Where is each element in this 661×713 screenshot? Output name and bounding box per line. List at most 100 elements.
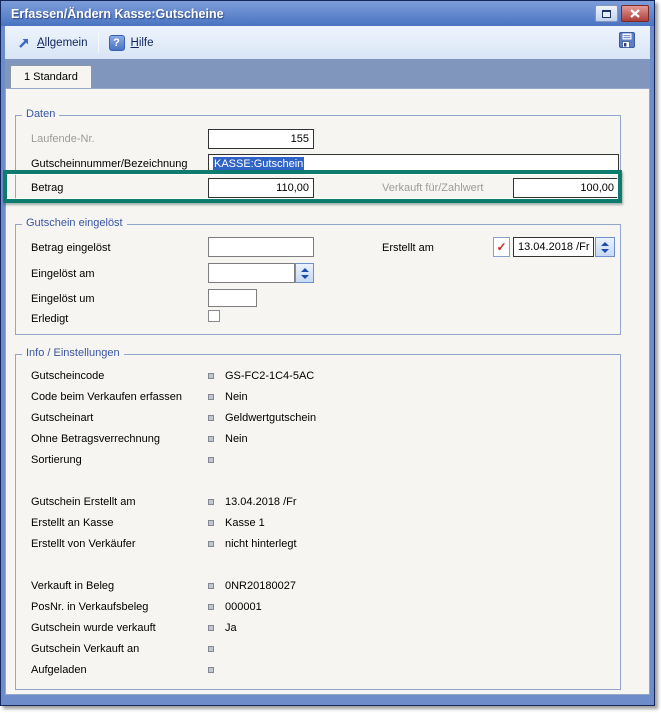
row-bullet-icon [208, 457, 214, 463]
row-bullet-icon [208, 436, 214, 442]
restore-button[interactable] [595, 5, 618, 22]
info-row-label: Aufgeladen [31, 664, 87, 676]
window-body: Allgemein ? Hilfe [5, 26, 650, 695]
erledigt-label: Erledigt [31, 312, 68, 326]
window-title: Erfassen/Ändern Kasse:Gutscheine [11, 7, 592, 21]
betrag-field[interactable]: 110,00 [208, 178, 314, 198]
eingeloest-am-field[interactable] [208, 263, 295, 283]
toolbar: Allgemein ? Hilfe [5, 26, 650, 59]
info-row: Gutschein Erstellt am 13.04.2018 /Fr [31, 496, 641, 510]
verkauft-fuer-value: 100,00 [580, 182, 614, 194]
erstellt-am-check-button[interactable]: ✓ [493, 237, 510, 257]
spinner-up-icon [601, 242, 609, 246]
erstellt-am-date-field[interactable]: 13.04.2018 /Fr [513, 237, 594, 257]
info-row-value: Geldwertgutschein [225, 412, 316, 424]
info-row-value: Ja [225, 622, 237, 634]
laufende-nr-field[interactable]: 155 [208, 129, 314, 149]
info-row-value: Nein [225, 433, 248, 445]
info-row-label: Verkauft in Beleg [31, 580, 114, 592]
erstellt-am-value: 13.04.2018 /Fr [518, 241, 590, 253]
info-row-label: Gutscheinart [31, 412, 93, 424]
allgemein-label: Allgemein [37, 37, 88, 49]
group-eingeloest-title: Gutschein eingelöst [22, 217, 127, 229]
info-row: Sortierung [31, 454, 641, 468]
arrow-up-right-icon [17, 36, 31, 50]
save-button[interactable] [618, 31, 636, 54]
group-info-title: Info / Einstellungen [22, 347, 124, 359]
verkauft-fuer-label: Verkauft für/Zahlwert [382, 181, 484, 195]
info-row: Erstellt an Kasse Kasse 1 [31, 517, 641, 531]
laufende-nr-value: 155 [291, 133, 309, 145]
hilfe-menu-button[interactable]: ? Hilfe [109, 35, 154, 51]
row-bullet-icon [208, 604, 214, 610]
hilfe-label: Hilfe [131, 37, 154, 49]
info-row-value: Nein [225, 391, 248, 403]
info-row-value: 13.04.2018 /Fr [225, 496, 297, 508]
info-row-label: PosNr. in Verkaufsbeleg [31, 601, 148, 613]
laufende-nr-label: Laufende-Nr. [31, 132, 95, 146]
row-bullet-icon [208, 373, 214, 379]
eingeloest-um-label: Eingelöst um [31, 292, 95, 306]
row-bullet-icon [208, 394, 214, 400]
info-row: Gutschein wurde verkauft Ja [31, 622, 641, 636]
info-row-label: Gutschein Erstellt am [31, 496, 136, 508]
titlebar[interactable]: Erfassen/Ändern Kasse:Gutscheine [1, 1, 654, 26]
erstellt-am-spinner[interactable] [595, 237, 615, 257]
gutscheinnummer-field[interactable]: KASSE:Gutschein [208, 154, 619, 174]
group-daten-title: Daten [22, 108, 59, 120]
row-bullet-icon [208, 541, 214, 547]
info-row-value: nicht hinterlegt [225, 538, 297, 550]
tab-standard[interactable]: 1 Standard [10, 65, 92, 88]
info-row: Gutscheincode GS-FC2-1C4-5AC [31, 370, 641, 384]
betrag-label: Betrag [31, 181, 63, 195]
info-row-label: Sortierung [31, 454, 82, 466]
erstellt-am-label: Erstellt am [382, 241, 434, 255]
spinner-up-icon [301, 268, 309, 272]
info-row: Verkauft in Beleg 0NR20180027 [31, 580, 641, 594]
betrag-eingeloest-field[interactable] [208, 237, 314, 257]
row-bullet-icon [208, 625, 214, 631]
info-row-label: Gutschein Verkauft an [31, 643, 139, 655]
close-icon [630, 9, 640, 18]
tab-strip: 1 Standard [5, 59, 650, 88]
row-bullet-icon [208, 646, 214, 652]
spinner-down-icon [301, 275, 309, 279]
info-row: Code beim Verkaufen erfassen Nein [31, 391, 641, 405]
red-check-icon: ✓ [496, 240, 506, 254]
info-row: PosNr. in Verkaufsbeleg 000001 [31, 601, 641, 615]
info-row: Gutschein Verkauft an [31, 643, 641, 657]
info-row-value: Kasse 1 [225, 517, 265, 529]
info-row-value: GS-FC2-1C4-5AC [225, 370, 314, 382]
betrag-value: 110,00 [276, 182, 309, 194]
info-row-label: Gutscheincode [31, 370, 104, 382]
info-row: Aufgeladen [31, 664, 641, 678]
row-bullet-icon [208, 583, 214, 589]
row-bullet-icon [208, 499, 214, 505]
row-bullet-icon [208, 520, 214, 526]
toolbar-separator [98, 33, 99, 53]
eingeloest-um-field[interactable] [208, 289, 257, 307]
eingeloest-am-spinner[interactable] [295, 263, 314, 283]
info-row: Erstellt von Verkäufer nicht hinterlegt [31, 538, 641, 552]
help-icon: ? [109, 35, 125, 51]
screenshot-page: Erfassen/Ändern Kasse:Gutscheine Allgeme… [0, 0, 661, 713]
gutscheinnummer-label: Gutscheinnummer/Bezeichnung [31, 157, 188, 171]
info-row-label: Ohne Betragsverrechnung [31, 433, 160, 445]
info-row: Gutscheinart Geldwertgutschein [31, 412, 641, 426]
restore-icon [602, 10, 611, 18]
info-row-value: 0NR20180027 [225, 580, 296, 592]
allgemein-menu-button[interactable]: Allgemein [17, 36, 88, 50]
verkauft-fuer-field[interactable]: 100,00 [513, 178, 619, 198]
erledigt-checkbox[interactable] [208, 310, 220, 322]
close-button[interactable] [621, 5, 649, 22]
row-bullet-icon [208, 415, 214, 421]
save-floppy-icon [618, 31, 636, 49]
selected-text: KASSE:Gutschein [213, 157, 304, 171]
tab-content-panel: Daten Laufende-Nr. 155 Gutscheinnummer/B… [5, 88, 650, 695]
info-row-label: Gutschein wurde verkauft [31, 622, 156, 634]
info-row-label: Code beim Verkaufen erfassen [31, 391, 182, 403]
spinner-down-icon [601, 249, 609, 253]
app-window: Erfassen/Ändern Kasse:Gutscheine Allgeme… [0, 0, 655, 706]
betrag-eingeloest-label: Betrag eingelöst [31, 241, 111, 255]
eingeloest-am-label: Eingelöst am [31, 267, 95, 281]
